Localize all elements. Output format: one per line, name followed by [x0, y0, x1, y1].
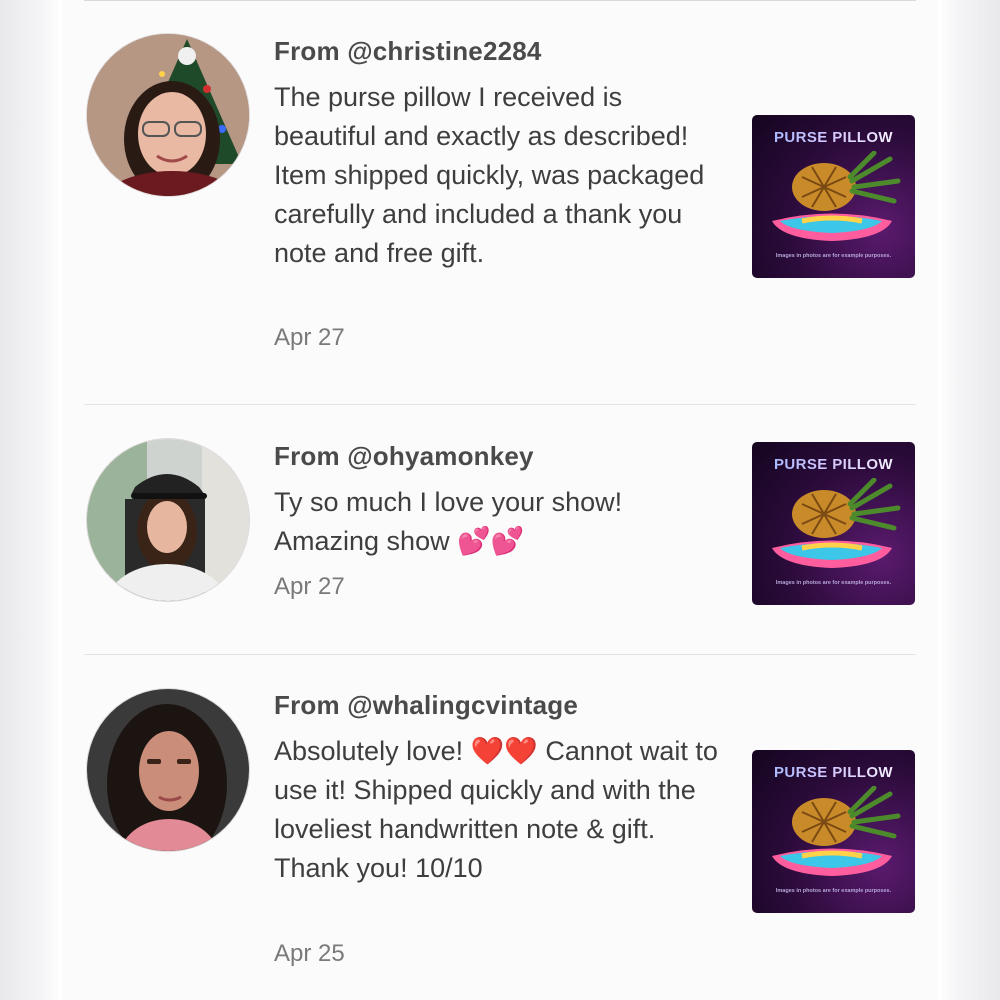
product-note: Images in photos are for example purpose…	[775, 253, 892, 259]
reviews-card: From @christine2284 The purse pillow I r…	[62, 0, 938, 1000]
product-thumbnail[interactable]: PURSE PILLOW Images in photos are for ex…	[752, 442, 915, 605]
product-thumbnail[interactable]: PURSE PILLOW Images in photos are for ex…	[752, 115, 915, 278]
review-author[interactable]: From @christine2284	[274, 36, 542, 67]
product-title: PURSE PILLOW	[752, 456, 915, 473]
product-note: Images in photos are for example purpose…	[775, 580, 892, 586]
pineapple-on-pillow-image	[772, 151, 901, 241]
product-title: PURSE PILLOW	[752, 764, 915, 781]
pineapple-on-pillow-image	[772, 786, 901, 876]
review-author[interactable]: From @ohyamonkey	[274, 441, 534, 472]
product-note: Images in photos are for example purpose…	[775, 888, 892, 894]
avatar[interactable]	[86, 438, 250, 602]
divider	[84, 654, 916, 655]
review-author[interactable]: From @whalingcvintage	[274, 690, 578, 721]
review-date: Apr 25	[274, 940, 345, 967]
review-text: Ty so much I love your show! Amazing sho…	[274, 487, 623, 556]
divider	[84, 404, 916, 405]
pineapple-on-pillow-image	[772, 478, 901, 568]
review-date: Apr 27	[274, 573, 345, 600]
avatar[interactable]	[86, 688, 250, 852]
review-text: Absolutely love! ❤️❤️ Cannot wait to use…	[274, 736, 718, 883]
top-divider	[84, 0, 916, 1]
review-text: The purse pillow I received is beautiful…	[274, 82, 705, 268]
product-thumbnail[interactable]: PURSE PILLOW Images in photos are for ex…	[752, 750, 915, 913]
product-title: PURSE PILLOW	[752, 129, 915, 146]
avatar[interactable]	[86, 33, 250, 197]
review-date: Apr 27	[274, 324, 345, 351]
